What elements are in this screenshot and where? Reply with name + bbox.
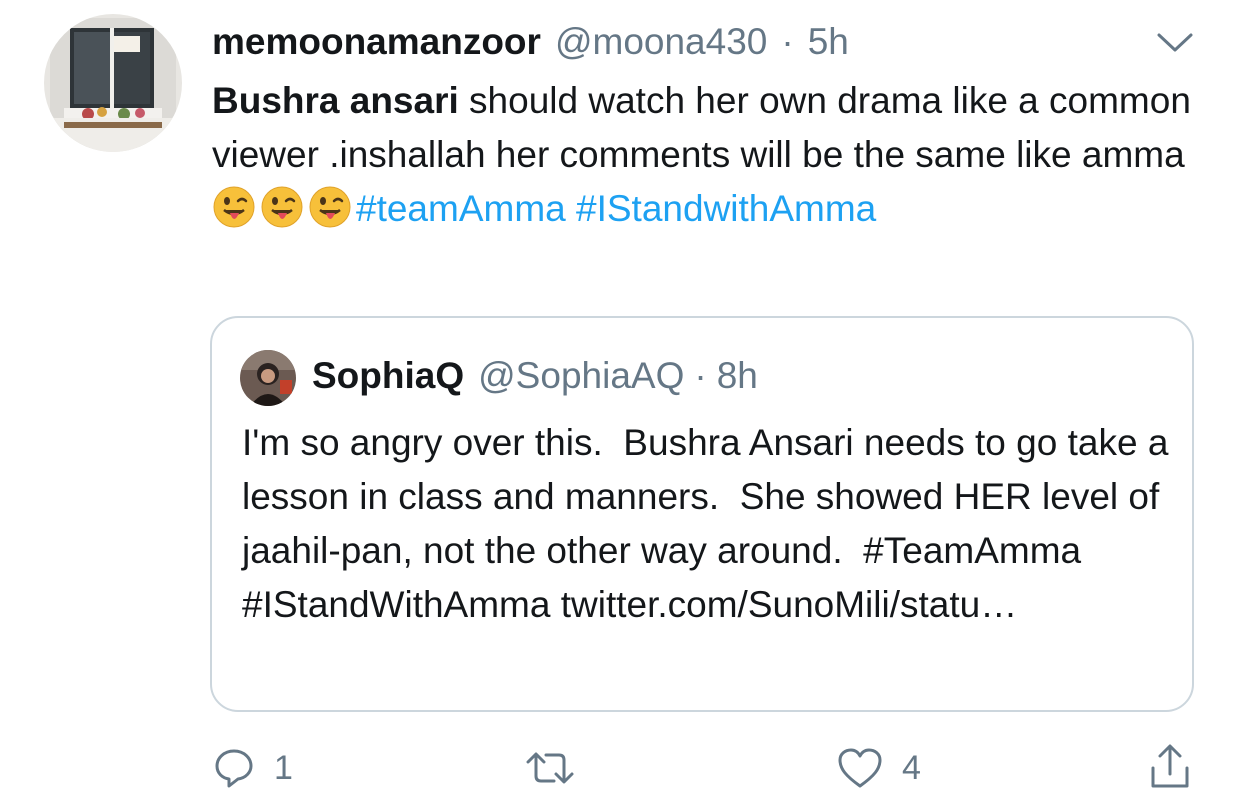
winking-face-with-tongue-icon — [260, 185, 304, 229]
share-button[interactable] — [1148, 742, 1192, 792]
hashtag-link[interactable]: #IStandwithAmma — [576, 188, 876, 229]
winking-face-with-tongue-icon — [212, 185, 256, 229]
quoted-display-name[interactable]: SophiaQ — [312, 355, 464, 397]
quoted-timestamp[interactable]: 8h — [717, 355, 758, 397]
handle[interactable]: @moona430 — [555, 21, 767, 63]
mention-text: Bushra ansari — [212, 80, 459, 121]
display-name[interactable]: memoonamanzoor — [212, 21, 541, 63]
avatar[interactable] — [44, 14, 182, 152]
reply-icon — [212, 746, 256, 790]
like-count: 4 — [902, 748, 921, 787]
quoted-avatar[interactable] — [240, 350, 296, 406]
quoted-tweet[interactable]: SophiaQ @SophiaAQ · 8h I'm so angry over… — [210, 316, 1194, 712]
quoted-meta-separator: · — [694, 355, 707, 396]
timestamp[interactable]: 5h — [808, 21, 849, 63]
reply-button[interactable]: 1 — [212, 746, 293, 790]
like-button[interactable]: 4 — [836, 746, 921, 790]
heart-icon — [836, 746, 884, 790]
hashtag-link[interactable]: #teamAmma — [356, 188, 566, 229]
retweet-button[interactable] — [524, 746, 594, 790]
tweet-text: Bushra ansari should watch her own drama… — [212, 74, 1202, 236]
quoted-handle[interactable]: @SophiaAQ — [478, 355, 684, 397]
retweet-icon — [524, 746, 576, 790]
quoted-header: SophiaQ @SophiaAQ · 8h — [312, 348, 758, 404]
winking-face-with-tongue-icon — [308, 185, 352, 229]
tweet-header: memoonamanzoor @moona430 · 5h — [212, 16, 849, 68]
quoted-text: I'm so angry over this. Bushra Ansari ne… — [242, 422, 1179, 625]
reply-count: 1 — [274, 748, 293, 787]
tweet[interactable]: memoonamanzoor @moona430 · 5h Bushra ans… — [0, 0, 1242, 805]
share-icon — [1148, 742, 1192, 792]
meta-separator: · — [781, 21, 794, 62]
action-bar: 1 4 — [0, 742, 1242, 798]
chevron-down-icon[interactable] — [1155, 30, 1195, 56]
